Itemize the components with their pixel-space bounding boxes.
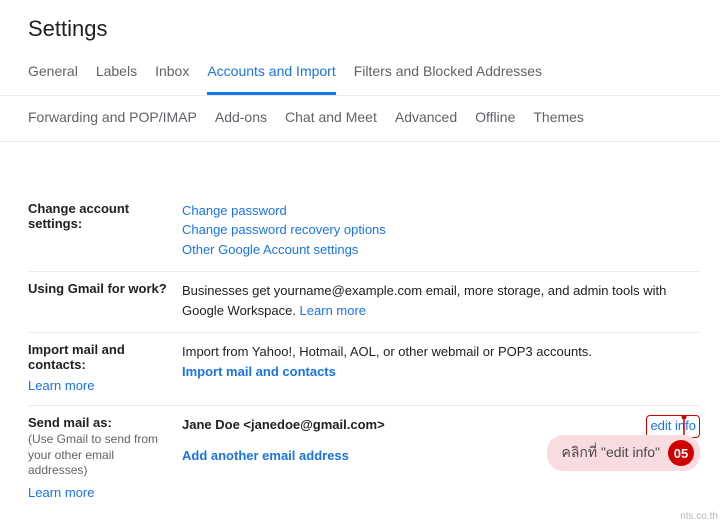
- label-work-gmail: Using Gmail for work?: [28, 281, 182, 296]
- label-send-as-sub: (Use Gmail to send from your other email…: [28, 432, 174, 479]
- row-import-mail: Import mail and contacts: Learn more Imp…: [28, 333, 700, 406]
- text-work-gmail: Businesses get yourname@example.com emai…: [182, 283, 666, 318]
- link-import-mail-contacts[interactable]: Import mail and contacts: [182, 362, 700, 382]
- watermark: nts.co.th: [680, 511, 718, 522]
- row-change-account: Change account settings: Change password…: [28, 192, 700, 273]
- tab-inbox[interactable]: Inbox: [155, 56, 189, 95]
- label-import-mail: Import mail and contacts: Learn more: [28, 342, 182, 393]
- tab-advanced[interactable]: Advanced: [395, 106, 457, 128]
- tab-forwarding[interactable]: Forwarding and POP/IMAP: [28, 106, 197, 128]
- link-workspace-learn-more[interactable]: Learn more: [300, 303, 366, 318]
- tabs-row-1: General Labels Inbox Accounts and Import…: [0, 56, 720, 96]
- label-send-mail-as: Send mail as: (Use Gmail to send from yo…: [28, 415, 182, 500]
- tab-chat-meet[interactable]: Chat and Meet: [285, 106, 377, 128]
- link-other-settings[interactable]: Other Google Account settings: [182, 240, 700, 260]
- annotation-callout: คลิกที่ "edit info" 05: [547, 435, 700, 471]
- link-send-as-learn-more[interactable]: Learn more: [28, 485, 174, 500]
- link-recovery-options[interactable]: Change password recovery options: [182, 220, 700, 240]
- row-work-gmail: Using Gmail for work? Businesses get you…: [28, 272, 700, 333]
- label-import-mail-text: Import mail and contacts:: [28, 342, 125, 372]
- label-send-as-text: Send mail as:: [28, 415, 112, 430]
- text-send-as-identity: Jane Doe <janedoe@gmail.com>: [182, 415, 385, 435]
- tab-offline[interactable]: Offline: [475, 106, 515, 128]
- link-change-password[interactable]: Change password: [182, 201, 700, 221]
- label-change-account: Change account settings:: [28, 201, 182, 231]
- link-edit-info[interactable]: edit info: [650, 418, 696, 433]
- tab-accounts-and-import[interactable]: Accounts and Import: [207, 56, 335, 95]
- link-import-learn-more[interactable]: Learn more: [28, 378, 174, 393]
- annotation-text: คลิกที่ "edit info": [561, 442, 660, 464]
- text-import-desc: Import from Yahoo!, Hotmail, AOL, or oth…: [182, 342, 700, 362]
- tabs-row-2: Forwarding and POP/IMAP Add-ons Chat and…: [0, 96, 720, 141]
- tab-addons[interactable]: Add-ons: [215, 106, 267, 128]
- tab-labels[interactable]: Labels: [96, 56, 137, 95]
- page-title: Settings: [0, 0, 720, 56]
- tab-general[interactable]: General: [28, 56, 78, 95]
- annotation-badge: 05: [668, 440, 694, 466]
- tab-themes[interactable]: Themes: [533, 106, 584, 128]
- tab-filters[interactable]: Filters and Blocked Addresses: [354, 56, 542, 95]
